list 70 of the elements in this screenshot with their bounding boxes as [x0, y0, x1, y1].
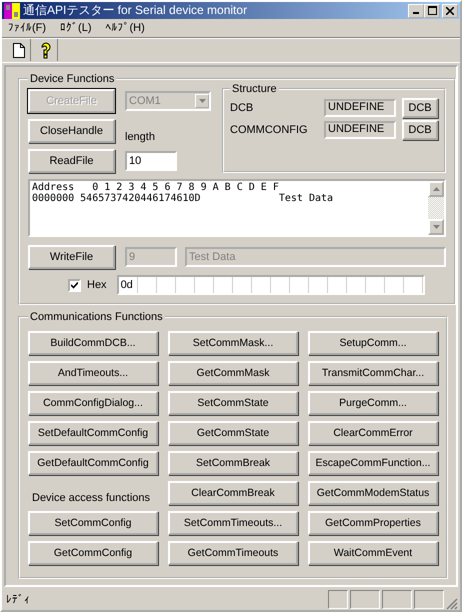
function-button[interactable]: SetCommTimeouts... — [168, 511, 298, 536]
resize-grip-icon[interactable] — [446, 598, 458, 610]
maximize-icon — [428, 6, 436, 15]
write-file-button[interactable]: WriteFile — [28, 245, 115, 270]
status-pane — [350, 590, 380, 610]
length-field[interactable]: 10 — [125, 151, 177, 172]
group-title: Device Functions — [29, 73, 116, 86]
menu-item[interactable]: ﾍﾙﾌﾟ(H) — [104, 21, 151, 34]
function-button[interactable]: TransmitCommChar... — [308, 361, 438, 386]
check-mark-icon — [71, 282, 78, 289]
window-title: 通信APIテスター for Serial device monitor — [23, 2, 248, 19]
dcb-button[interactable]: DCB — [402, 98, 438, 118]
close-handle-button[interactable]: CloseHandle — [28, 119, 115, 144]
data-dump-area[interactable]: Address 0 1 2 3 4 5 6 7 8 9 A B C D E F 0000000 5465737420446174610D Test Data — [28, 179, 446, 238]
function-button[interactable]: WaitCommEvent — [308, 541, 438, 566]
function-button[interactable]: GetCommProperties — [308, 511, 438, 536]
status-pane — [328, 590, 348, 610]
section-label: Device access functions — [31, 492, 151, 506]
hex-label: Hex — [87, 279, 107, 292]
maximize-button[interactable] — [424, 4, 440, 18]
function-button[interactable]: GetCommMask — [168, 361, 298, 386]
function-button[interactable]: GetCommConfig — [28, 541, 158, 566]
function-button[interactable]: GetCommState — [168, 421, 298, 446]
function-button[interactable]: PurgeComm... — [308, 391, 438, 416]
status-pane — [414, 590, 444, 610]
dump-line: 0000000 5465737420446174610D Test Data — [32, 193, 334, 204]
function-button[interactable]: SetDefaultCommConfig — [28, 421, 158, 446]
function-button[interactable]: EscapeCommFunction... — [308, 451, 438, 476]
length-label: length — [125, 131, 155, 144]
dcb-button[interactable]: DCB — [402, 120, 438, 140]
function-button[interactable]: SetCommMask... — [168, 331, 298, 356]
hex-byte-grid[interactable]: 0d — [116, 275, 425, 296]
scroll-down-button[interactable] — [428, 219, 444, 236]
help-icon[interactable] — [40, 42, 52, 59]
function-button[interactable]: ClearCommError — [308, 421, 438, 446]
function-button[interactable]: SetupComm... — [308, 331, 438, 356]
function-button[interactable]: SetCommConfig — [28, 511, 158, 536]
function-button[interactable]: GetCommModemStatus — [308, 481, 438, 506]
function-button[interactable]: SetCommState — [168, 391, 298, 416]
group-title: Communications Functions — [29, 311, 164, 324]
minimize-button[interactable] — [408, 4, 424, 18]
function-button[interactable]: AndTimeouts... — [28, 361, 158, 386]
read-file-button[interactable]: ReadFile — [28, 149, 115, 174]
new-document-icon[interactable] — [13, 42, 25, 58]
minimize-icon — [413, 12, 419, 14]
down-arrow-icon — [432, 225, 440, 230]
function-button[interactable]: CommConfigDialog... — [28, 391, 158, 416]
group-title: Structure — [231, 83, 278, 96]
function-button[interactable]: BuildCommDCB... — [28, 331, 158, 356]
hex-checkbox[interactable] — [68, 278, 81, 292]
scroll-up-button[interactable] — [428, 181, 444, 198]
structure-label: DCB — [230, 102, 254, 114]
function-button[interactable]: GetDefaultCommConfig — [28, 451, 158, 476]
hex-byte-cell[interactable]: 0d — [118, 277, 138, 294]
up-arrow-icon — [432, 187, 440, 192]
function-button[interactable]: ClearCommBreak — [168, 481, 298, 506]
structure-label: COMMCONFIG — [230, 124, 309, 136]
app-icon — [4, 2, 20, 18]
status-text: ﾚﾃﾞｨ — [6, 593, 31, 606]
function-button[interactable]: SetCommBreak — [168, 451, 298, 476]
menu-item[interactable]: ﾌｧｲﾙ(F) — [6, 21, 52, 34]
dump-line: Address 0 1 2 3 4 5 6 7 8 9 A B C D E F — [32, 182, 280, 194]
structure-value: UNDEFINE — [324, 99, 396, 118]
function-button[interactable]: GetCommTimeouts — [168, 541, 298, 566]
close-icon — [446, 6, 454, 14]
menu-item[interactable]: ﾛｸﾞ(L) — [58, 21, 98, 34]
close-button[interactable] — [442, 4, 458, 18]
dropdown-arrow-icon — [198, 99, 206, 104]
status-pane — [382, 590, 412, 610]
structure-value: UNDEFINE — [324, 121, 396, 140]
